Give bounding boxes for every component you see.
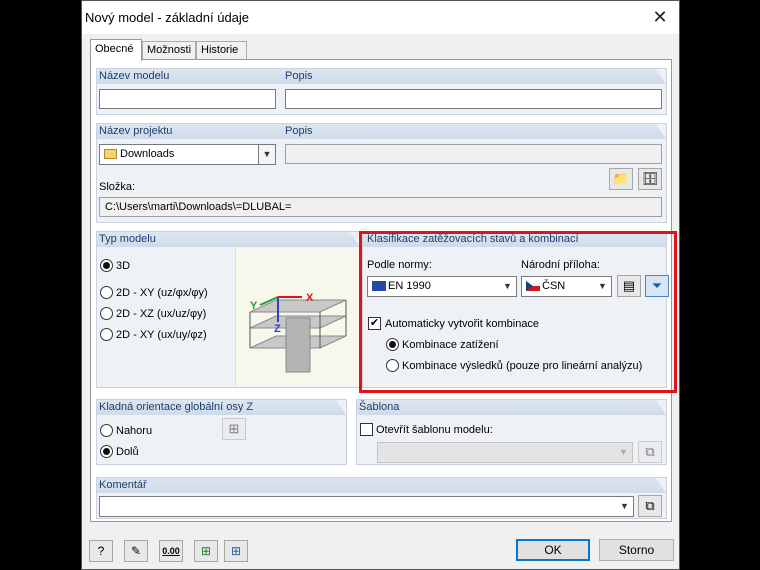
model-type-3d-label[interactable]: 3D	[116, 260, 130, 272]
project-group: Název projektu Popis Downloads ▼ 📁 🗄 Slo…	[96, 123, 667, 223]
axis-x-label: X	[306, 292, 314, 304]
new-project-icon[interactable]: 📁	[609, 168, 633, 190]
chevron-down-icon[interactable]: ▼	[258, 145, 275, 164]
z-down-radio[interactable]	[100, 445, 113, 458]
template-group: Šablona Otevřít šablonu modelu: ▼ ⧉	[356, 399, 667, 465]
comment-browse-icon[interactable]: ⧉	[638, 495, 662, 517]
orientation-preview-icon: ⊞	[222, 418, 246, 440]
comment-dropdown[interactable]: ▼	[99, 496, 634, 517]
model-type-2d-xz-radio[interactable]	[100, 307, 113, 320]
folder-path-field: C:\Users\marti\Downloads\=DLUBAL=	[99, 197, 662, 217]
z-up-label[interactable]: Nahoru	[116, 425, 152, 437]
comment-title: Komentář	[99, 479, 147, 491]
help-icon[interactable]: ?	[89, 540, 113, 562]
model-type-title: Typ modelu	[99, 233, 156, 245]
template-browse-icon: ⧉	[638, 441, 662, 463]
template-dropdown: ▼	[377, 442, 633, 463]
folder-icon	[104, 149, 117, 159]
model-type-2d-xy-plane-radio[interactable]	[100, 328, 113, 341]
open-template-label[interactable]: Otevřít šablonu modelu:	[376, 424, 493, 436]
open-template-checkbox[interactable]	[360, 423, 373, 436]
highlight-frame	[359, 231, 677, 393]
model-type-preview: X Y Z	[235, 248, 361, 386]
window-title: Nový model - základní údaje	[85, 10, 250, 25]
tab-general[interactable]: Obecné	[90, 39, 142, 61]
group-header	[97, 478, 666, 493]
z-orientation-group: Kladná orientace globální osy Z Nahoru D…	[96, 399, 347, 465]
model-description-input[interactable]	[285, 89, 662, 109]
z-down-label[interactable]: Dolů	[116, 446, 139, 458]
z-up-radio[interactable]	[100, 424, 113, 437]
project-description-input	[285, 144, 662, 164]
project-name-value: Downloads	[120, 148, 175, 160]
folder-label: Složka:	[99, 181, 136, 193]
tab-panel-general: Název modelu Popis Název projektu Popis …	[90, 59, 677, 522]
tab-options[interactable]: Možnosti	[142, 41, 196, 60]
chevron-down-icon: ▼	[619, 447, 628, 457]
project-description-label: Popis	[285, 125, 313, 137]
template-title: Šablona	[359, 401, 400, 413]
model-type-group: Typ modelu 3D 2D - XY (uz/φx/φy) 2D - XZ…	[96, 231, 361, 388]
project-manager-icon[interactable]: 🗄	[638, 168, 662, 190]
z-orientation-title: Kladná orientace globální osy Z	[99, 401, 254, 413]
model-type-3d-radio[interactable]	[100, 259, 113, 272]
project-name-label: Název projektu	[99, 125, 173, 137]
comment-group: Komentář ▼ ⧉	[96, 477, 667, 519]
model-name-input[interactable]	[99, 89, 276, 109]
cancel-button[interactable]: Storno	[599, 539, 674, 561]
axis-z-label: Z	[274, 323, 281, 335]
chevron-down-icon[interactable]: ▼	[616, 497, 633, 516]
model-type-2d-xy-label[interactable]: 2D - XY (uz/φx/φy)	[116, 287, 208, 299]
edit-icon[interactable]: ✎	[124, 540, 148, 562]
model-name-group: Název modelu Popis	[96, 68, 667, 115]
tab-history[interactable]: Historie	[196, 41, 247, 60]
model-preview-graphic: X Y Z	[249, 292, 347, 373]
new-model-dialog: Nový model - základní údaje ✕ Obecné Mož…	[81, 0, 680, 570]
units-icon[interactable]: 0.00	[159, 540, 183, 562]
export-icon[interactable]: ⊞	[224, 540, 248, 562]
group-header	[97, 69, 666, 84]
model-type-2d-xy-radio[interactable]	[100, 286, 113, 299]
project-name-dropdown[interactable]: Downloads ▼	[99, 144, 276, 165]
model-type-2d-xy-plane-label[interactable]: 2D - XY (ux/uy/φz)	[116, 329, 207, 341]
ok-button[interactable]: OK	[516, 539, 590, 561]
close-icon[interactable]: ✕	[647, 5, 673, 29]
model-description-label: Popis	[285, 70, 313, 82]
import-icon[interactable]: ⊞	[194, 540, 218, 562]
model-type-2d-xz-label[interactable]: 2D - XZ (ux/uz/φy)	[116, 308, 206, 320]
axis-y-label: Y	[250, 300, 258, 312]
title-bar: Nový model - základní údaje ✕	[82, 1, 679, 34]
model-name-label: Název modelu	[99, 70, 170, 82]
group-header	[97, 124, 666, 139]
group-header	[357, 400, 666, 415]
